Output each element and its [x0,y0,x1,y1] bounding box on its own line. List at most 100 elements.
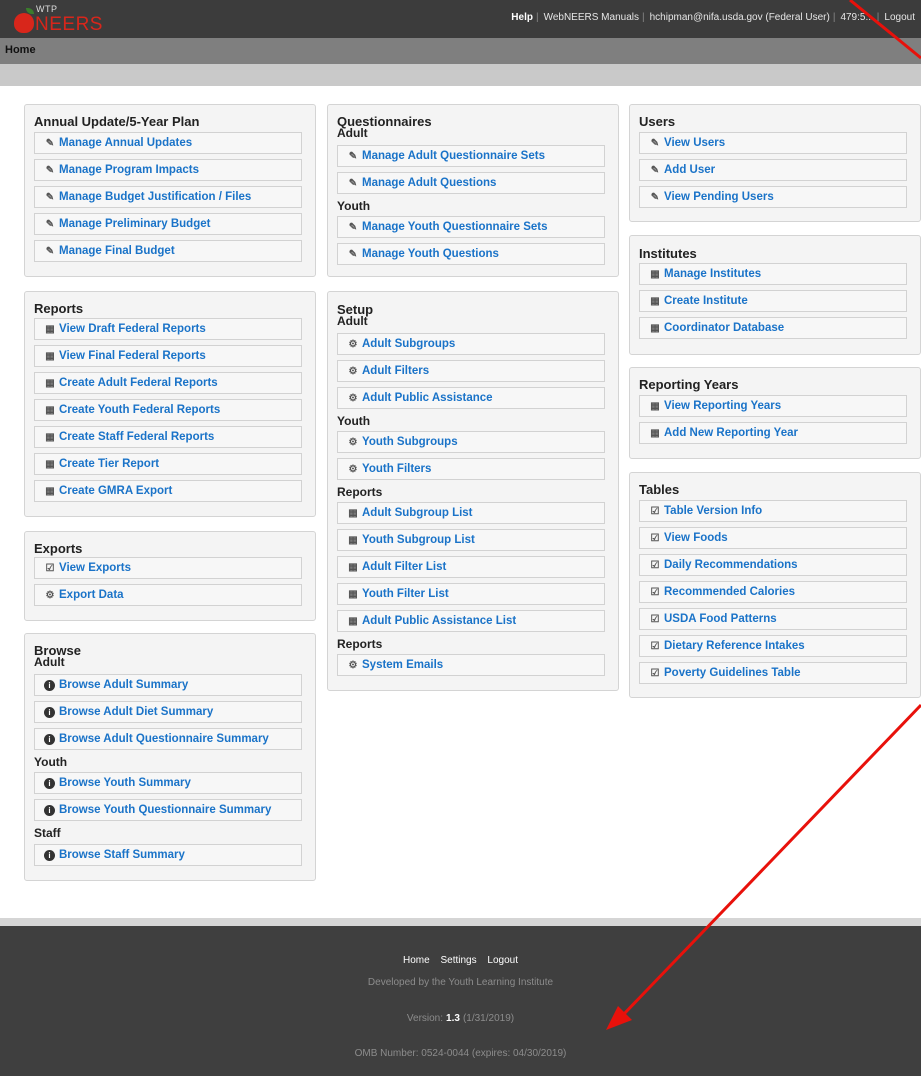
browse-youth-questionnaire-link[interactable]: i Browse Youth Questionnaire Summary [34,799,302,821]
youth-filter-list-link[interactable]: ▦ Youth Filter List [337,583,605,605]
browse-staff-summary-link[interactable]: i Browse Staff Summary [34,844,302,866]
list-icon: ☑ [650,586,660,598]
poverty-guidelines-link[interactable]: ☑ Poverty Guidelines Table [639,662,907,684]
gear-icon: ⚙ [45,589,55,601]
create-staff-reports-link[interactable]: ▦ Create Staff Federal Reports [34,426,302,448]
manage-annual-updates-link[interactable]: ✎ Manage Annual Updates [34,132,302,154]
manage-youth-questionnaire-sets-link[interactable]: ✎ Manage Youth Questionnaire Sets [337,216,605,238]
help-link[interactable]: Help [511,12,533,23]
manage-youth-questions-link[interactable]: ✎ Manage Youth Questions [337,243,605,265]
adult-filter-list-link[interactable]: ▦ Adult Filter List [337,556,605,578]
section-label-reports: Reports [337,485,383,499]
adult-public-assistance-list-link[interactable]: ▦ Adult Public Assistance List [337,610,605,632]
footer-divider [0,918,921,926]
adult-filters-link[interactable]: ⚙ Adult Filters [337,360,605,382]
browse-adult-diet-summary-link[interactable]: i Browse Adult Diet Summary [34,701,302,723]
view-pending-users-link[interactable]: ✎ View Pending Users [639,186,907,208]
daily-recommendations-link[interactable]: ☑ Daily Recommendations [639,554,907,576]
section-label-adult: Adult [337,314,368,328]
list-icon: ☑ [650,559,660,571]
browse-adult-summary-link[interactable]: i Browse Adult Summary [34,674,302,696]
manage-final-budget-link[interactable]: ✎ Manage Final Budget [34,240,302,262]
panel-title: Exports [34,541,83,556]
table-icon: ▦ [45,485,55,497]
section-label-staff: Staff [34,826,61,840]
table-icon: ▦ [45,323,55,335]
footer-home-link[interactable]: Home [403,955,430,966]
pencil-icon: ✎ [348,248,358,260]
info-icon: i [44,706,55,718]
gear-icon: ⚙ [348,365,358,377]
create-tier-report-link[interactable]: ▦ Create Tier Report [34,453,302,475]
top-nav: Help | WebNEERS Manuals | hchipman@nifa.usda… [511,12,915,23]
list-icon: ☑ [650,532,660,544]
view-reporting-years-link[interactable]: ▦ View Reporting Years [639,395,907,417]
create-gmra-export-link[interactable]: ▦ Create GMRA Export [34,480,302,502]
webneers-logo[interactable]: WTP NEERS [6,3,116,37]
manage-adult-questionnaire-sets-link[interactable]: ✎ Manage Adult Questionnaire Sets [337,145,605,167]
manage-preliminary-budget-link[interactable]: ✎ Manage Preliminary Budget [34,213,302,235]
table-icon: ▦ [348,534,358,546]
table-icon: ▦ [348,615,358,627]
pencil-icon: ✎ [45,191,55,203]
logout-link[interactable]: Logout [884,12,915,23]
footer: Home Settings Logout Developed by the Yo… [0,926,921,1076]
panel-title: Reporting Years [639,377,739,392]
table-version-info-link[interactable]: ☑ Table Version Info [639,500,907,522]
table-icon: ▦ [45,350,55,362]
dietary-reference-intakes-link[interactable]: ☑ Dietary Reference Intakes [639,635,907,657]
coordinator-database-link[interactable]: ▦ Coordinator Database [639,317,907,339]
table-icon: ▦ [650,427,660,439]
create-institute-link[interactable]: ▦ Create Institute [639,290,907,312]
gear-icon: ⚙ [348,392,358,404]
footer-links: Home Settings Logout [0,955,921,966]
setup-panel: Setup Adult ⚙ Adult Subgroups ⚙ Adult Filt… [327,291,619,691]
browse-panel: Browse Adult i Browse Adult Summary i Brow… [24,633,316,881]
view-users-link[interactable]: ✎ View Users [639,132,907,154]
adult-subgroup-list-link[interactable]: ▦ Adult Subgroup List [337,502,605,524]
breadcrumb-home[interactable]: Home [5,44,36,56]
table-icon: ▦ [650,295,660,307]
add-user-link[interactable]: ✎ Add User [639,159,907,181]
user-account-link[interactable]: hchipman@nifa.usda.gov (Federal User) [650,12,830,23]
version-number: 1.3 [446,1013,460,1024]
adult-public-assistance-link[interactable]: ⚙ Adult Public Assistance [337,387,605,409]
footer-settings-link[interactable]: Settings [440,955,476,966]
export-data-link[interactable]: ⚙ Export Data [34,584,302,606]
manage-institutes-link[interactable]: ▦ Manage Institutes [639,263,907,285]
pencil-icon: ✎ [650,164,660,176]
pencil-icon: ✎ [45,137,55,149]
browse-adult-questionnaire-link[interactable]: i Browse Adult Questionnaire Summary [34,728,302,750]
table-icon: ▦ [650,322,660,334]
manuals-link[interactable]: WebNEERS Manuals [544,12,639,23]
usda-food-patterns-link[interactable]: ☑ USDA Food Patterns [639,608,907,630]
create-adult-reports-link[interactable]: ▦ Create Adult Federal Reports [34,372,302,394]
section-label-adult: Adult [337,126,368,140]
manage-program-impacts-link[interactable]: ✎ Manage Program Impacts [34,159,302,181]
list-icon: ☑ [650,640,660,652]
youth-filters-link[interactable]: ⚙ Youth Filters [337,458,605,480]
panel-title: Users [639,114,676,129]
recommended-calories-link[interactable]: ☑ Recommended Calories [639,581,907,603]
manage-adult-questions-link[interactable]: ✎ Manage Adult Questions [337,172,605,194]
list-icon: ☑ [650,667,660,679]
annual-update-panel: Annual Update/5-Year Plan ✎ Manage Annual… [24,104,316,277]
add-reporting-year-link[interactable]: ▦ Add New Reporting Year [639,422,907,444]
adult-subgroups-link[interactable]: ⚙ Adult Subgroups [337,333,605,355]
section-label-youth: Youth [337,414,371,428]
pencil-icon: ✎ [45,245,55,257]
view-exports-link[interactable]: ☑ View Exports [34,557,302,579]
pencil-icon: ✎ [45,218,55,230]
view-foods-link[interactable]: ☑ View Foods [639,527,907,549]
manage-budget-justification-link[interactable]: ✎ Manage Budget Justification / Files [34,186,302,208]
system-emails-link[interactable]: ⚙ System Emails [337,654,605,676]
browse-youth-summary-link[interactable]: i Browse Youth Summary [34,772,302,794]
list-icon: ☑ [650,613,660,625]
create-youth-reports-link[interactable]: ▦ Create Youth Federal Reports [34,399,302,421]
view-final-reports-link[interactable]: ▦ View Final Federal Reports [34,345,302,367]
youth-subgroups-link[interactable]: ⚙ Youth Subgroups [337,431,605,453]
view-draft-reports-link[interactable]: ▦ View Draft Federal Reports [34,318,302,340]
footer-logout-link[interactable]: Logout [487,955,518,966]
panel-title: Institutes [639,246,697,261]
youth-subgroup-list-link[interactable]: ▦ Youth Subgroup List [337,529,605,551]
